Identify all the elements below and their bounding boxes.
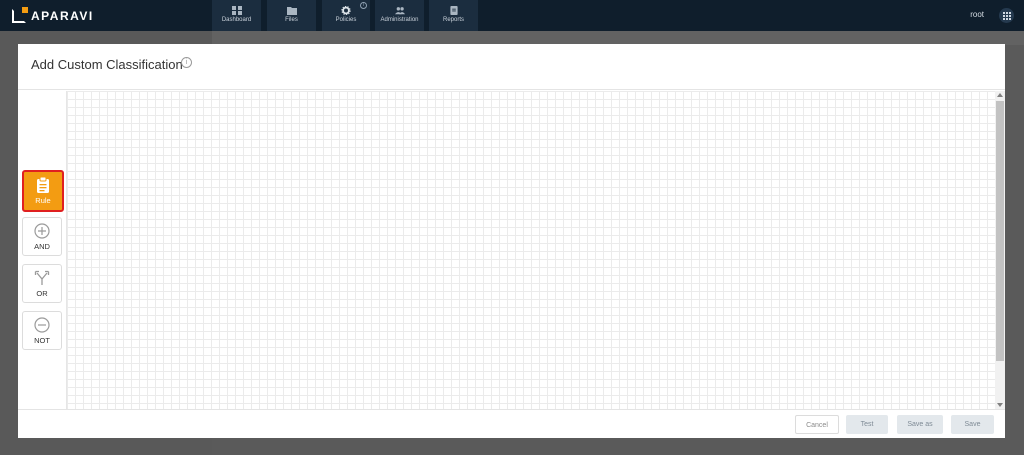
clipboard-icon [37,177,49,193]
nav-tab-administration[interactable]: Administration [375,0,424,31]
palette-or-button[interactable]: OR [22,264,62,303]
gear-icon [341,6,351,15]
dialog-footer: Cancel Test Save as Save [18,409,1005,438]
save-button[interactable]: Save [951,415,994,434]
palette-or-label: OR [36,289,48,298]
nav-tab-label: Policies [335,17,357,23]
add-custom-classification-dialog: Add Custom Classification i Rule AND OR … [18,44,1005,438]
plus-circle-icon [34,223,50,239]
user-name[interactable]: root [970,10,984,19]
background-breadcrumb [212,31,1024,45]
info-icon[interactable]: i [181,57,192,68]
nav-tab-policies[interactable]: Policies i [322,0,370,31]
nav-tab-label: Files [285,17,298,23]
palette-not-button[interactable]: NOT [22,311,62,350]
nav-tab-dashboard[interactable]: Dashboard [212,0,261,31]
minus-circle-icon [34,317,50,333]
palette-rule-label: Rule [35,196,51,205]
cancel-button[interactable]: Cancel [795,415,839,434]
split-arrows-icon [34,270,50,285]
palette-and-button[interactable]: AND [22,217,62,256]
palette-rule-button[interactable]: Rule [22,170,64,212]
scroll-up-arrow-icon[interactable] [997,93,1003,97]
canvas-scrollbar[interactable] [995,91,1005,409]
test-button[interactable]: Test [846,415,888,434]
nav-tab-label: Dashboard [221,17,252,23]
save-as-button[interactable]: Save as [897,415,943,434]
aparavi-logo[interactable]: APARAVI [12,7,94,24]
folder-icon [286,7,297,15]
dialog-header: Add Custom Classification i [18,44,1005,90]
users-icon [394,7,405,15]
scroll-thumb[interactable] [996,101,1004,361]
info-badge-icon: i [360,2,367,9]
app-grid-icon[interactable] [999,8,1014,23]
nav-tab-label: Administration [380,17,419,23]
logo-mark-icon [12,7,28,23]
nav-tab-files[interactable]: Files [267,0,316,31]
report-icon [449,6,458,15]
scroll-down-arrow-icon[interactable] [997,403,1003,407]
nav-tab-reports[interactable]: Reports [429,0,478,31]
nav-tab-label: Reports [442,17,464,23]
dashboard-icon [231,6,242,15]
palette-not-label: NOT [34,336,50,345]
top-app-bar: APARAVI Dashboard Files Policies i Admin… [0,0,1024,31]
palette-and-label: AND [34,242,50,251]
node-palette: Rule AND OR NOT [18,91,66,409]
classification-canvas[interactable] [66,91,995,409]
brand-name: APARAVI [31,9,94,23]
dialog-title: Add Custom Classification [31,57,183,72]
